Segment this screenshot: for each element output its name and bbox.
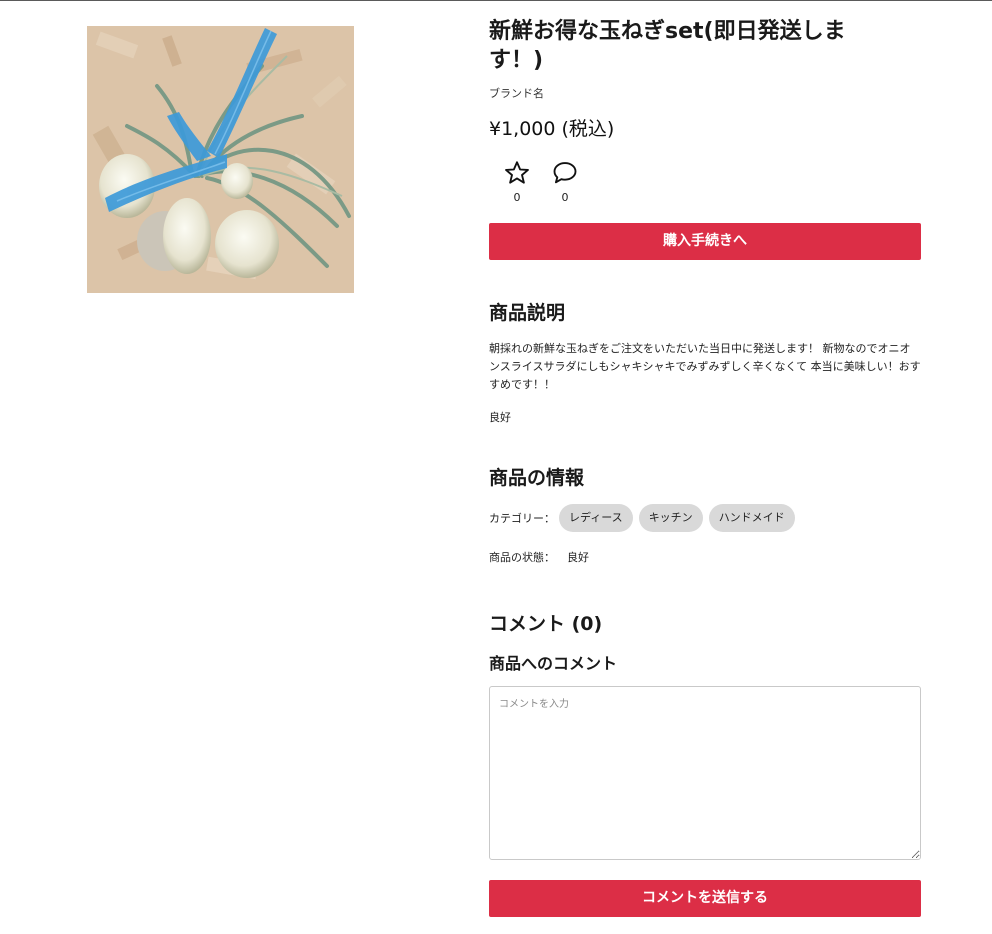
description-text: 朝採れの新鮮な玉ねぎをご注文をいただいた当日中に発送します！ 新物なのでオニオン… — [489, 342, 921, 391]
description-condition: 良好 — [489, 411, 511, 424]
comment-count-button[interactable]: 0 — [545, 159, 585, 204]
condition-value: 良好 — [567, 551, 589, 564]
product-price: ¥1,000 (税込) — [489, 118, 615, 140]
product-title: 新鮮お得な玉ねぎset(即日発送します！) — [489, 19, 846, 73]
category-chip[interactable]: レディース — [559, 504, 633, 532]
top-border — [0, 0, 992, 1]
favorite-button[interactable]: 0 — [497, 159, 537, 204]
comment-input[interactable] — [489, 686, 921, 860]
comment-form-heading: 商品へのコメント — [489, 654, 618, 673]
speech-bubble-icon — [553, 162, 577, 184]
category-row: カテゴリー： レディース キッチン ハンドメイド — [489, 504, 921, 532]
comments-heading: コメント (0) — [489, 613, 603, 635]
favorite-count: 0 — [513, 191, 521, 204]
comment-count: 0 — [561, 191, 569, 204]
info-heading: 商品の情報 — [489, 467, 585, 489]
purchase-button[interactable]: 購入手続きへ — [489, 223, 921, 260]
star-icon — [505, 161, 529, 184]
category-chip[interactable]: ハンドメイド — [708, 504, 795, 532]
condition-row: 商品の状態： 良好 — [489, 549, 921, 565]
brand-name: ブランド名 — [489, 87, 544, 100]
category-chip[interactable]: キッチン — [638, 504, 703, 532]
description-heading: 商品説明 — [489, 302, 566, 324]
product-image — [87, 26, 354, 293]
submit-comment-button[interactable]: コメントを送信する — [489, 880, 921, 917]
condition-label: 商品の状態： — [489, 551, 555, 564]
category-label: カテゴリー： — [489, 512, 555, 525]
